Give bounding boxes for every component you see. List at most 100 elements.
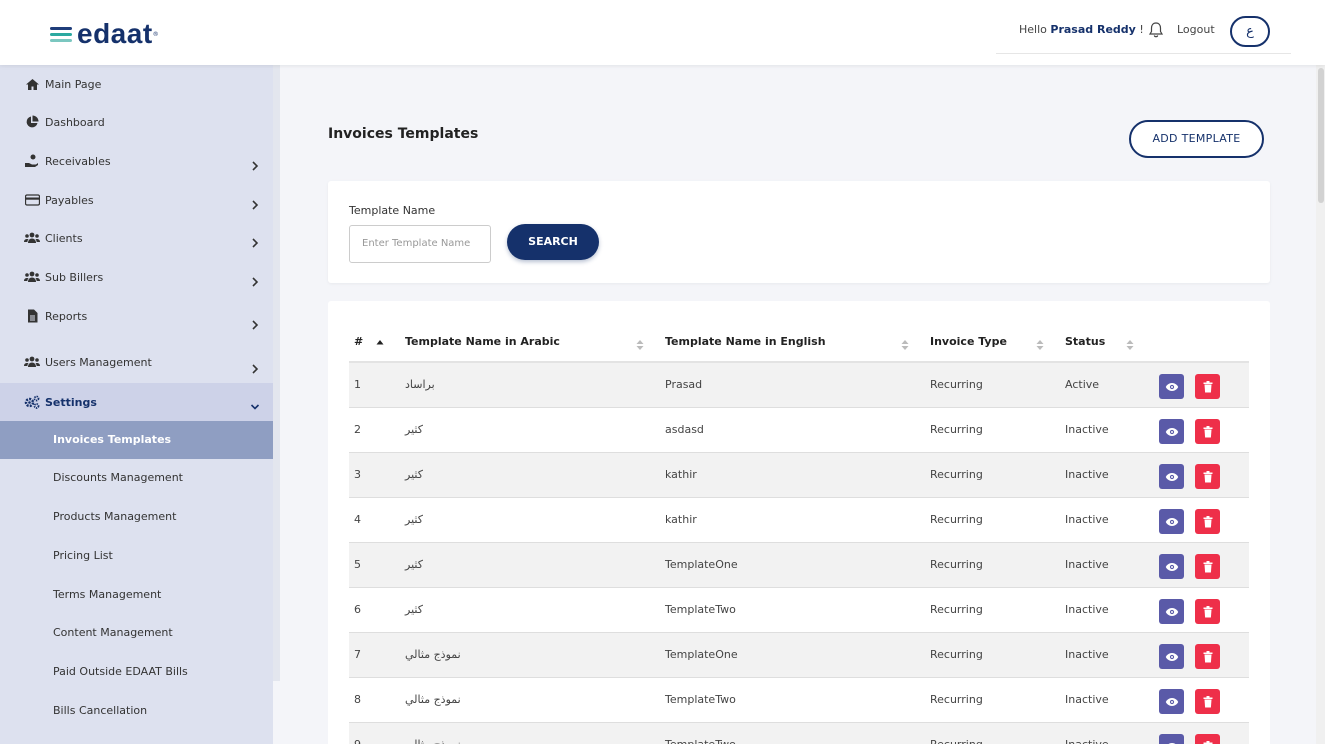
template-name-arabic: نموذج مثالي [405,738,461,744]
template-name-label: Template Name [349,204,436,217]
status-text: Inactive [1065,738,1109,744]
table-row: 9 نموذج مثالي TemplateTwo Recurring Inactive [349,723,1249,744]
page-title: Invoices Templates [328,126,479,142]
template-name-arabic: كثير [405,558,423,571]
template-name-english: kathir [665,513,697,526]
view-button[interactable] [1159,734,1184,744]
edaat-logo[interactable]: edaat ® [50,20,159,48]
sidebar: Main Page Dashboard Receivables Payables… [0,65,273,744]
invoice-type: Recurring [930,558,983,571]
sidebar-item-users-management[interactable]: Users Management [0,344,273,380]
sidebar-scrollbar[interactable] [273,65,280,681]
sidebar-subitem-discounts-management[interactable]: Discounts Management [0,459,273,497]
sidebar-subitem-bills-cancellation[interactable]: Bills Cancellation [0,692,273,730]
table-row: 5 كثير TemplateOne Recurring Inactive [349,543,1249,588]
user-name: Prasad Reddy [1050,23,1136,36]
sidebar-item-payables[interactable]: Payables [0,182,273,218]
sidebar-item-settings[interactable]: Settings [0,383,273,421]
sidebar-item-clients[interactable]: Clients [0,220,273,256]
sidebar-subitem-products-management[interactable]: Products Management [0,498,273,536]
status-text: Active [1065,378,1100,391]
eye-icon [1165,697,1179,707]
sidebar-item-dashboard[interactable]: Dashboard [0,104,273,140]
logout-link[interactable]: Logout [1177,23,1215,36]
delete-button[interactable] [1195,734,1220,744]
delete-button[interactable] [1195,374,1220,399]
delete-button[interactable] [1195,689,1220,714]
delete-button[interactable] [1195,464,1220,489]
chevron-down-icon [250,397,260,410]
delete-button[interactable] [1195,599,1220,624]
view-button[interactable] [1159,689,1184,714]
view-button[interactable] [1159,644,1184,669]
sidebar-subitem-terms-management[interactable]: Terms Management [0,576,273,614]
sidebar-item-main-page[interactable]: Main Page [0,66,273,102]
status-text: Inactive [1065,513,1109,526]
sort-asc-icon[interactable] [376,336,384,350]
eye-icon [1165,427,1179,437]
row-number: 7 [354,648,361,661]
sort-icon[interactable] [1126,336,1134,350]
column-header-number[interactable]: # [354,335,363,348]
invoice-type: Recurring [930,378,983,391]
invoice-type: Recurring [930,738,983,744]
sidebar-subitem-paid-outside-bills[interactable]: Paid Outside EDAAT Bills [0,653,273,691]
template-name-english: TemplateTwo [665,738,736,744]
column-header-english-name[interactable]: Template Name in English [665,335,826,348]
template-name-english: asdasd [665,423,704,436]
template-name-arabic: براساد [405,378,435,391]
hand-coin-icon [24,154,40,168]
template-name-arabic: كثير [405,423,423,436]
chevron-right-icon [250,315,260,330]
column-header-invoice-type[interactable]: Invoice Type [930,335,1007,348]
chevron-right-icon [250,195,260,210]
status-text: Inactive [1065,603,1109,616]
invoice-type: Recurring [930,603,983,616]
trash-icon [1203,605,1213,618]
table-row: 2 كثير asdasd Recurring Inactive [349,408,1249,453]
delete-button[interactable] [1195,419,1220,444]
sidebar-subitem-pricing-list[interactable]: Pricing List [0,537,273,575]
search-panel: Template Name Enter Template Name SEARCH [328,181,1270,283]
credit-card-icon [24,193,40,207]
search-button[interactable]: SEARCH [507,224,599,260]
logo-mark-icon [50,24,74,44]
view-button[interactable] [1159,464,1184,489]
template-name-english: TemplateOne [665,648,738,661]
page-scrollbar-thumb[interactable] [1318,68,1324,203]
row-number: 6 [354,603,361,616]
sort-icon[interactable] [901,336,909,350]
pie-chart-icon [24,115,40,129]
sidebar-subitem-content-management[interactable]: Content Management [0,614,273,652]
view-button[interactable] [1159,599,1184,624]
sidebar-item-receivables[interactable]: Receivables [0,143,273,179]
sidebar-subitem-invoices-templates[interactable]: Invoices Templates [0,421,273,459]
template-name-search-input[interactable]: Enter Template Name [349,225,491,263]
view-button[interactable] [1159,509,1184,534]
template-name-english: TemplateTwo [665,603,736,616]
template-name-arabic: نموذج مثالي [405,693,461,706]
invoice-type: Recurring [930,423,983,436]
delete-button[interactable] [1195,644,1220,669]
column-header-arabic-name[interactable]: Template Name in Arabic [405,335,560,348]
sidebar-item-sub-billers[interactable]: Sub Billers [0,259,273,295]
sort-icon[interactable] [636,336,644,350]
eye-icon [1165,382,1179,392]
delete-button[interactable] [1195,554,1220,579]
view-button[interactable] [1159,374,1184,399]
template-name-english: kathir [665,468,697,481]
sort-icon[interactable] [1036,336,1044,350]
add-template-button[interactable]: ADD TEMPLATE [1129,120,1264,158]
bell-icon[interactable] [1148,21,1164,39]
view-button[interactable] [1159,554,1184,579]
invoice-type: Recurring [930,468,983,481]
home-icon [24,77,40,91]
logo-text: edaat [77,18,153,49]
view-button[interactable] [1159,419,1184,444]
template-name-arabic: نموذج مثالي [405,648,461,661]
template-name-english: Prasad [665,378,703,391]
column-header-status[interactable]: Status [1065,335,1105,348]
sidebar-item-reports[interactable]: Reports [0,298,273,334]
language-toggle-button[interactable]: ع [1230,16,1270,47]
delete-button[interactable] [1195,509,1220,534]
